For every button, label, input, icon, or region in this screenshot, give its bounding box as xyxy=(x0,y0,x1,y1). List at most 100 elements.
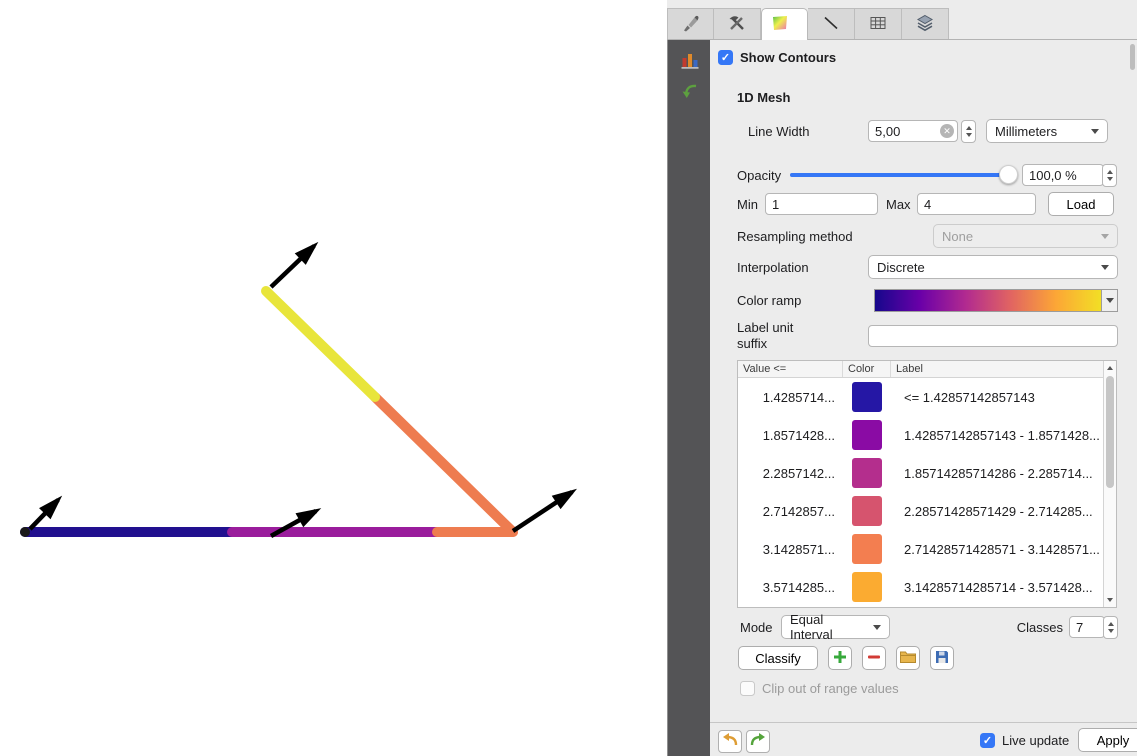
table-body: 1.4285714... <= 1.42857142857143 1.8571428… xyxy=(738,378,1103,607)
remove-class-button[interactable] xyxy=(862,646,886,670)
tab-symbology[interactable] xyxy=(667,8,714,39)
save-icon xyxy=(934,649,950,668)
tab-general-settings[interactable] xyxy=(714,8,761,39)
tab-3d[interactable] xyxy=(902,8,949,39)
label-cell[interactable]: 1.42857142857143 - 1.8571428... xyxy=(891,428,1103,443)
table-row[interactable]: 2.7142857... 2.28571428571429 - 2.714285.… xyxy=(738,492,1103,530)
min-input[interactable] xyxy=(765,193,878,215)
tab-rendering[interactable] xyxy=(855,8,902,39)
color-swatch[interactable] xyxy=(852,382,882,412)
line-width-label: Line Width xyxy=(748,124,868,139)
table-row[interactable]: 1.4285714... <= 1.42857142857143 xyxy=(738,378,1103,416)
interpolation-row: Interpolation Discrete xyxy=(737,255,1118,279)
add-class-button[interactable] xyxy=(828,646,852,670)
label-unit-suffix-input[interactable] xyxy=(868,325,1118,347)
load-style-button[interactable] xyxy=(896,646,920,670)
opacity-slider[interactable] xyxy=(790,165,1016,185)
color-cell[interactable] xyxy=(843,382,891,412)
classes-stepper[interactable] xyxy=(1103,616,1118,639)
value-cell[interactable]: 1.8571428... xyxy=(738,428,843,443)
line-width-stepper[interactable] xyxy=(961,120,976,143)
resampling-select: None xyxy=(933,224,1118,248)
folder-open-icon xyxy=(899,649,917,668)
label-cell[interactable]: 2.71428571428571 - 3.1428571... xyxy=(891,542,1103,557)
opacity-slider-fill xyxy=(790,173,1009,177)
color-swatch[interactable] xyxy=(852,496,882,526)
clip-label: Clip out of range values xyxy=(762,681,899,696)
scroll-down-icon[interactable] xyxy=(1107,598,1113,602)
classify-button[interactable]: Classify xyxy=(738,646,818,670)
table-row[interactable]: 1.8571428... 1.42857142857143 - 1.8571428… xyxy=(738,416,1103,454)
label-cell[interactable]: 2.28571428571429 - 2.714285... xyxy=(891,504,1103,519)
table-scrollbar[interactable] xyxy=(1103,361,1116,607)
color-swatch[interactable] xyxy=(852,534,882,564)
color-swatch[interactable] xyxy=(852,420,882,450)
color-ramp-dropdown[interactable] xyxy=(1101,290,1117,311)
color-cell[interactable] xyxy=(843,496,891,526)
line-width-unit-select[interactable]: Millimeters xyxy=(986,119,1108,143)
classes-label: Classes xyxy=(1017,620,1063,635)
label-unit-suffix-label: Label unit suffix xyxy=(737,320,868,353)
undo-icon xyxy=(721,732,739,751)
chevron-down-icon xyxy=(1101,265,1109,270)
interpolation-select[interactable]: Discrete xyxy=(868,255,1118,279)
live-update-row: Live update xyxy=(980,733,1069,748)
opacity-value-input[interactable] xyxy=(1022,164,1104,186)
max-input[interactable] xyxy=(917,193,1036,215)
color-swatch[interactable] xyxy=(852,572,882,602)
scrollbar-thumb[interactable] xyxy=(1106,376,1114,488)
classes-input[interactable] xyxy=(1069,616,1105,638)
redo-button[interactable] xyxy=(746,730,770,753)
label-suffix-row: Label unit suffix xyxy=(737,318,1118,354)
value-cell[interactable]: 1.4285714... xyxy=(738,390,843,405)
value-cell[interactable]: 3.1428571... xyxy=(738,542,843,557)
opacity-stepper[interactable] xyxy=(1102,164,1117,187)
chevron-down-icon xyxy=(1091,129,1099,134)
opacity-slider-thumb[interactable] xyxy=(999,165,1018,184)
color-swatch[interactable] xyxy=(852,458,882,488)
group-title: 1D Mesh xyxy=(737,90,790,105)
grid-icon xyxy=(868,13,888,36)
color-column-header[interactable]: Color xyxy=(843,361,891,377)
chevron-down-icon xyxy=(873,625,881,630)
live-update-label: Live update xyxy=(1002,733,1069,748)
mode-select[interactable]: Equal Interval xyxy=(781,615,890,639)
color-cell[interactable] xyxy=(843,458,891,488)
value-cell[interactable]: 3.5714285... xyxy=(738,580,843,595)
clear-icon[interactable] xyxy=(940,124,954,138)
color-cell[interactable] xyxy=(843,572,891,602)
table-row[interactable]: 2.2857142... 1.85714285714286 - 2.285714.… xyxy=(738,454,1103,492)
value-cell[interactable]: 2.2857142... xyxy=(738,466,843,481)
mode-label: Mode xyxy=(740,620,781,635)
label-column-header[interactable]: Label xyxy=(891,361,1116,377)
label-cell[interactable]: <= 1.42857142857143 xyxy=(891,390,1103,405)
scroll-up-icon[interactable] xyxy=(1107,366,1113,370)
history-arrow-icon[interactable] xyxy=(676,78,703,105)
color-cell[interactable] xyxy=(843,420,891,450)
symbology-chart-icon[interactable] xyxy=(676,46,703,73)
mode-row: Mode Equal Interval Classes xyxy=(740,615,1118,639)
map-canvas[interactable] xyxy=(0,0,666,756)
label-cell[interactable]: 1.85714285714286 - 2.285714... xyxy=(891,466,1103,481)
diagonal-line-icon xyxy=(821,13,841,36)
table-row[interactable]: 3.5714285... 3.14285714285714 - 3.571428.… xyxy=(738,568,1103,606)
show-contours-label: Show Contours xyxy=(740,50,836,65)
color-cell[interactable] xyxy=(843,534,891,564)
color-ramp-row: Color ramp xyxy=(737,288,1118,312)
tools-icon xyxy=(727,13,747,36)
undo-button[interactable] xyxy=(718,730,742,753)
panel-scrollbar-thumb[interactable] xyxy=(1130,44,1135,70)
load-button[interactable]: Load xyxy=(1048,192,1114,216)
apply-button[interactable]: Apply xyxy=(1078,728,1137,752)
table-row[interactable]: 3.1428571... 2.71428571428571 - 3.1428571… xyxy=(738,530,1103,568)
live-update-checkbox[interactable] xyxy=(980,733,995,748)
label-cell[interactable]: 3.14285714285714 - 3.571428... xyxy=(891,580,1103,595)
save-style-button[interactable] xyxy=(930,646,954,670)
tab-vectors[interactable] xyxy=(808,8,855,39)
clip-checkbox xyxy=(740,681,755,696)
show-contours-checkbox[interactable] xyxy=(718,50,733,65)
color-ramp-button[interactable] xyxy=(874,289,1118,312)
value-cell[interactable]: 2.7142857... xyxy=(738,504,843,519)
value-column-header[interactable]: Value <= xyxy=(738,361,843,377)
tab-contours[interactable] xyxy=(761,8,808,40)
